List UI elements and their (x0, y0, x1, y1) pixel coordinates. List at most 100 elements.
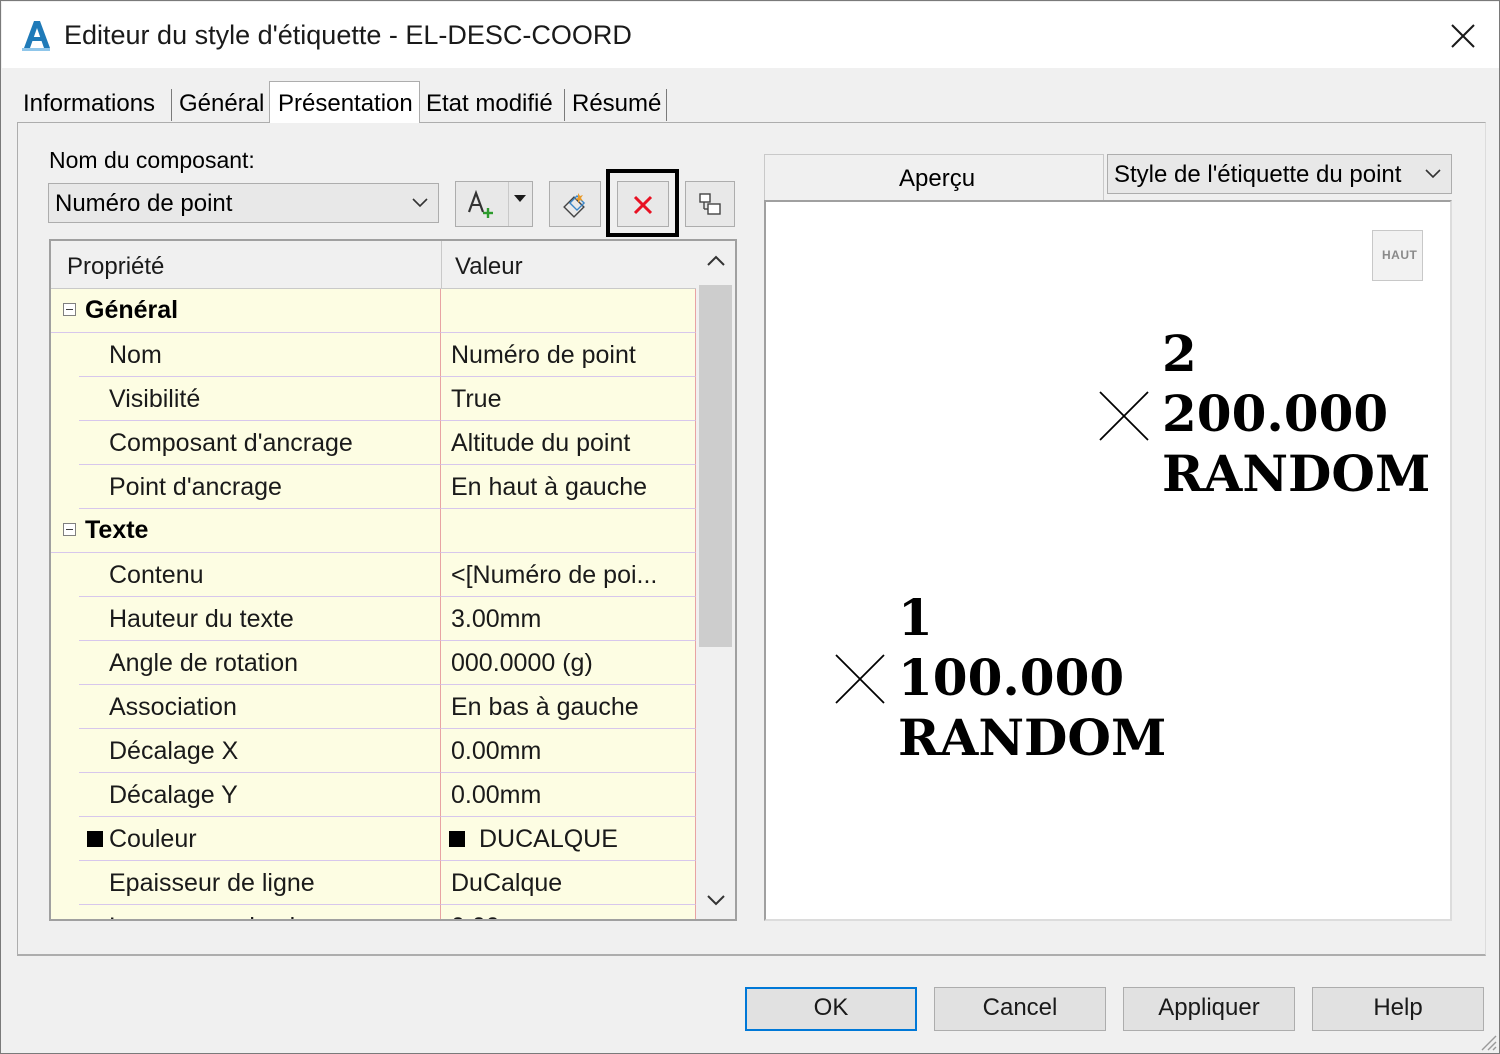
resize-grip-icon[interactable] (1479, 1033, 1497, 1051)
apply-button[interactable]: Appliquer (1123, 987, 1295, 1031)
point-description-label: RANDOM (898, 708, 1167, 767)
property-value-cell[interactable]: En bas à gauche (441, 685, 696, 729)
property-row[interactable]: Couleur DUCALQUE (51, 817, 696, 861)
property-name-cell: Association (79, 685, 441, 729)
property-row[interactable]: Association En bas à gauche (51, 685, 696, 729)
component-name-dropdown[interactable]: Numéro de point (48, 183, 439, 223)
property-name-cell: Hauteur du texte (79, 597, 441, 641)
property-value-cell[interactable]: En haut à gauche (441, 465, 696, 509)
preview-canvas[interactable]: HAUT 2 200.000 RANDOM 1 100.000 RANDOM (764, 200, 1452, 921)
property-row[interactable]: Décalage X 0.00mm (51, 729, 696, 773)
property-value-cell[interactable]: 0.00mm (441, 773, 696, 817)
property-name-cell: Nom (79, 333, 441, 377)
property-row[interactable]: Point d'ancrage En haut à gauche (51, 465, 696, 509)
draw-order-button[interactable] (685, 181, 735, 227)
property-value: DuCalque (451, 869, 563, 897)
tab-resume[interactable]: Résumé (572, 85, 661, 123)
property-name: Contenu (109, 561, 204, 589)
tab-informations[interactable]: Informations (23, 85, 155, 123)
column-header-value[interactable]: Valeur (455, 253, 523, 281)
property-row[interactable]: Composant d'ancrage Altitude du point (51, 421, 696, 465)
tab-separator (666, 89, 667, 121)
group-value-cell (441, 509, 696, 553)
property-name-cell: Composant d'ancrage (79, 421, 441, 465)
tab-presentation[interactable]: Présentation (269, 81, 420, 123)
collapse-icon[interactable] (63, 303, 76, 316)
row-gutter (51, 773, 79, 817)
cancel-button[interactable]: Cancel (934, 987, 1106, 1031)
property-row[interactable]: Epaisseur de ligne DuCalque (51, 861, 696, 905)
row-gutter (51, 641, 79, 685)
property-value: DUCALQUE (479, 825, 618, 853)
color-swatch-icon (87, 831, 103, 847)
tab-etat-modifie[interactable]: Etat modifié (426, 85, 553, 123)
add-text-component-icon (467, 190, 493, 218)
copy-component-icon (563, 193, 586, 218)
property-row[interactable]: Nom Numéro de point (51, 333, 696, 377)
property-name-cell: Décalage X (79, 729, 441, 773)
point-description-label: RANDOM (1162, 444, 1431, 503)
point-number-label: 1 (898, 588, 933, 647)
group-name-cell: Général (79, 289, 441, 333)
property-value-cell[interactable]: 0.00mm (441, 905, 696, 919)
property-row[interactable]: Hauteur du texte 3.00mm (51, 597, 696, 641)
label-style-editor-dialog: Editeur du style d'étiquette - EL-DESC-C… (0, 0, 1500, 1054)
point-number-label: 2 (1162, 324, 1197, 383)
preview-tab[interactable]: Aperçu (764, 154, 1104, 200)
property-value-cell[interactable]: DUCALQUE (441, 817, 696, 861)
property-value-cell[interactable]: True (441, 377, 696, 421)
property-value-cell[interactable]: 3.00mm (441, 597, 696, 641)
ok-button[interactable]: OK (745, 987, 917, 1031)
property-value-cell[interactable]: Altitude du point (441, 421, 696, 465)
preview-tab-label: Aperçu (899, 165, 976, 192)
split-divider (508, 182, 509, 226)
property-row[interactable]: Décalage Y 0.00mm (51, 773, 696, 817)
add-component-button[interactable] (455, 181, 533, 227)
copy-component-button[interactable] (549, 181, 601, 227)
row-gutter (51, 861, 79, 905)
scroll-thumb[interactable] (699, 285, 732, 647)
close-button[interactable] (1432, 10, 1492, 60)
row-gutter (51, 905, 79, 919)
column-divider[interactable] (441, 241, 442, 289)
property-name: Hauteur du texte (109, 605, 294, 633)
point-marker-icon (1099, 391, 1149, 441)
property-name: Largeur maximale (109, 913, 309, 919)
property-row[interactable]: Angle de rotation 000.0000 (g) (51, 641, 696, 685)
grid-vertical-scrollbar[interactable] (696, 241, 735, 919)
property-grid: Propriété Valeur Général Nom Numéro de p… (49, 239, 737, 921)
property-value-cell[interactable]: 0.00mm (441, 729, 696, 773)
row-gutter (51, 333, 79, 377)
column-header-property[interactable]: Propriété (67, 253, 164, 281)
property-name: Epaisseur de ligne (109, 869, 315, 897)
scroll-up-button[interactable] (696, 241, 735, 281)
tab-general[interactable]: Général (179, 85, 264, 123)
viewcube-top[interactable]: HAUT (1372, 230, 1423, 281)
color-swatch-icon (449, 831, 465, 847)
row-gutter (51, 553, 79, 597)
property-value: 000.0000 (g) (451, 649, 593, 677)
property-row[interactable]: Largeur maximale 0.00mm (51, 905, 696, 919)
row-gutter (51, 465, 79, 509)
scroll-down-button[interactable] (696, 881, 735, 919)
property-value-cell[interactable]: Numéro de point (441, 333, 696, 377)
delete-component-button[interactable] (617, 181, 669, 227)
autocad-app-icon (20, 18, 52, 52)
row-gutter (51, 685, 79, 729)
preview-style-dropdown[interactable]: Style de l'étiquette du point (1107, 154, 1452, 194)
property-name: Couleur (109, 825, 197, 853)
row-gutter (51, 289, 79, 333)
property-value-cell[interactable]: 000.0000 (g) (441, 641, 696, 685)
collapse-icon[interactable] (63, 523, 76, 536)
property-row[interactable]: Contenu <[Numéro de poi... (51, 553, 696, 597)
help-button[interactable]: Help (1312, 987, 1484, 1031)
group-row-general[interactable]: Général (51, 289, 696, 333)
group-row-texte[interactable]: Texte (51, 509, 696, 553)
property-value-cell[interactable]: DuCalque (441, 861, 696, 905)
property-value: Numéro de point (451, 341, 636, 369)
preview-style-value: Style de l'étiquette du point (1114, 161, 1402, 188)
grid-rows: Général Nom Numéro de point Visibilité T… (51, 289, 696, 919)
property-row[interactable]: Visibilité True (51, 377, 696, 421)
property-name: Angle de rotation (109, 649, 299, 677)
property-value-cell[interactable]: <[Numéro de poi... (441, 553, 696, 597)
